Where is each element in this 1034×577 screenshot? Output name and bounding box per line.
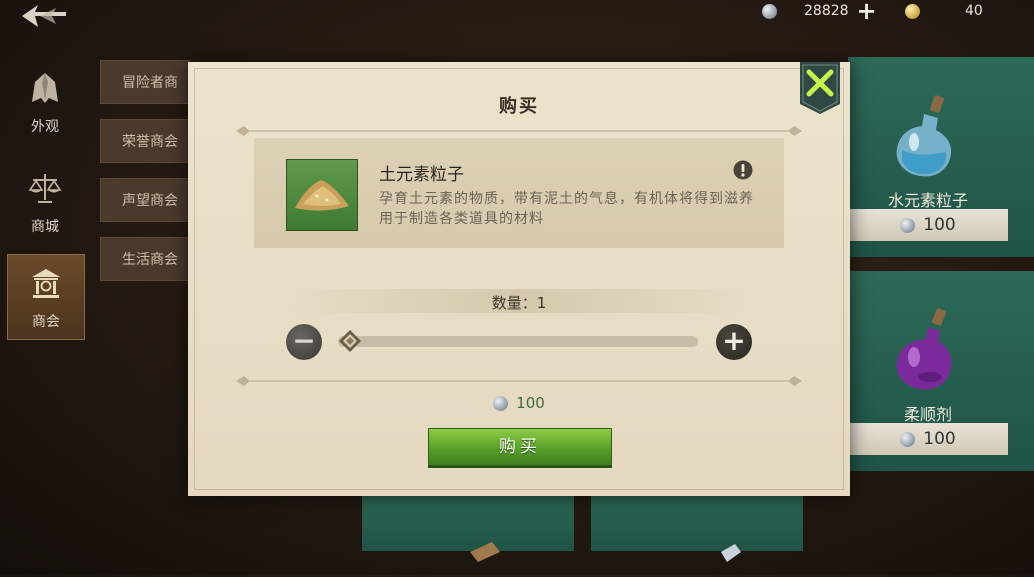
buy-button[interactable]: 购买 <box>428 428 612 466</box>
tab-reputation-guild[interactable]: 声望商会 <box>100 178 190 222</box>
total-cost: 100 <box>188 394 850 412</box>
goods-price: 100 <box>848 209 1008 241</box>
item-detail-card: 土元素粒子 孕育土元素的物质，带有泥土的气息，有机体将得到滋养 用于制造各类道具… <box>254 138 784 248</box>
nav-label-appearance: 外观 <box>31 119 59 135</box>
nav-label-mall: 商城 <box>31 219 59 235</box>
quantity-label-text: 数量： <box>491 294 537 312</box>
gold-coin-icon <box>905 3 920 19</box>
minus-icon: − <box>292 324 316 357</box>
goods-price: 100 <box>848 423 1008 455</box>
nav-item-mall[interactable]: 商城 <box>7 160 83 244</box>
goods-price-value: 100 <box>923 215 956 235</box>
goods-price-value: 100 <box>923 429 956 449</box>
quantity-slider[interactable] <box>338 336 698 347</box>
goods-card[interactable]: 柔顺剂 100 <box>848 271 1034 471</box>
tab-adventurer-guild[interactable]: 冒险者商 <box>100 60 190 104</box>
silver-coin-icon <box>493 395 509 411</box>
tab-honor-guild[interactable]: 荣誉商会 <box>100 119 190 163</box>
blue-potion-icon <box>896 95 952 177</box>
info-icon[interactable] <box>733 160 753 180</box>
gold-currency: 40 <box>905 0 983 22</box>
silver-amount: 28828 <box>804 3 849 19</box>
plus-icon: + <box>722 324 746 357</box>
quantity-value: 1 <box>536 294 547 312</box>
close-icon <box>800 62 840 114</box>
guild-hall-icon <box>32 269 60 298</box>
slider-handle[interactable] <box>338 329 362 353</box>
purchase-dialog: 购买 土元素粒子 孕育土元素的物质，带有泥土的气息，有机体将得到滋养 用于制造各… <box>188 62 850 496</box>
silver-coin-icon <box>762 3 777 19</box>
goods-card[interactable] <box>591 496 803 562</box>
ornament-divider <box>236 376 802 386</box>
goods-card[interactable]: 水元素粒子 100 <box>848 57 1034 257</box>
gold-amount: 40 <box>965 3 983 19</box>
quantity-label: 数量：1 <box>188 292 850 313</box>
goods-card[interactable] <box>362 496 574 562</box>
purple-potion-icon <box>896 308 952 390</box>
silver-coin-icon <box>900 217 916 233</box>
dialog-title: 购买 <box>499 96 539 117</box>
goods-name: 水元素粒子 <box>887 191 968 210</box>
decrease-quantity-button[interactable]: − <box>286 324 322 360</box>
silver-coin-icon <box>900 431 916 447</box>
silver-currency: 28828 + <box>762 0 877 23</box>
earth-element-icon <box>286 159 358 231</box>
nav-item-appearance[interactable]: 外观 <box>7 60 83 144</box>
top-bar: 28828 + 40 <box>0 0 1034 27</box>
nav-label-guild: 商会 <box>32 314 60 330</box>
item-icon <box>470 542 500 562</box>
back-arrow-icon[interactable] <box>18 2 70 30</box>
add-silver-button[interactable]: + <box>857 0 877 23</box>
increase-quantity-button[interactable]: + <box>716 324 752 360</box>
cost-value: 100 <box>516 394 545 412</box>
scale-icon <box>28 174 62 203</box>
cape-icon <box>32 73 58 103</box>
goods-name: 柔顺剂 <box>903 405 952 424</box>
ornament-divider <box>236 126 802 136</box>
tab-life-guild[interactable]: 生活商会 <box>100 237 190 281</box>
item-name: 土元素粒子 <box>379 165 464 185</box>
item-description: 孕育土元素的物质，带有泥土的气息，有机体将得到滋养 用于制造各类道具的材料 <box>379 191 754 227</box>
nav-item-guild[interactable]: 商会 <box>7 254 85 340</box>
close-button[interactable] <box>800 62 840 114</box>
potion-icon <box>721 544 741 562</box>
